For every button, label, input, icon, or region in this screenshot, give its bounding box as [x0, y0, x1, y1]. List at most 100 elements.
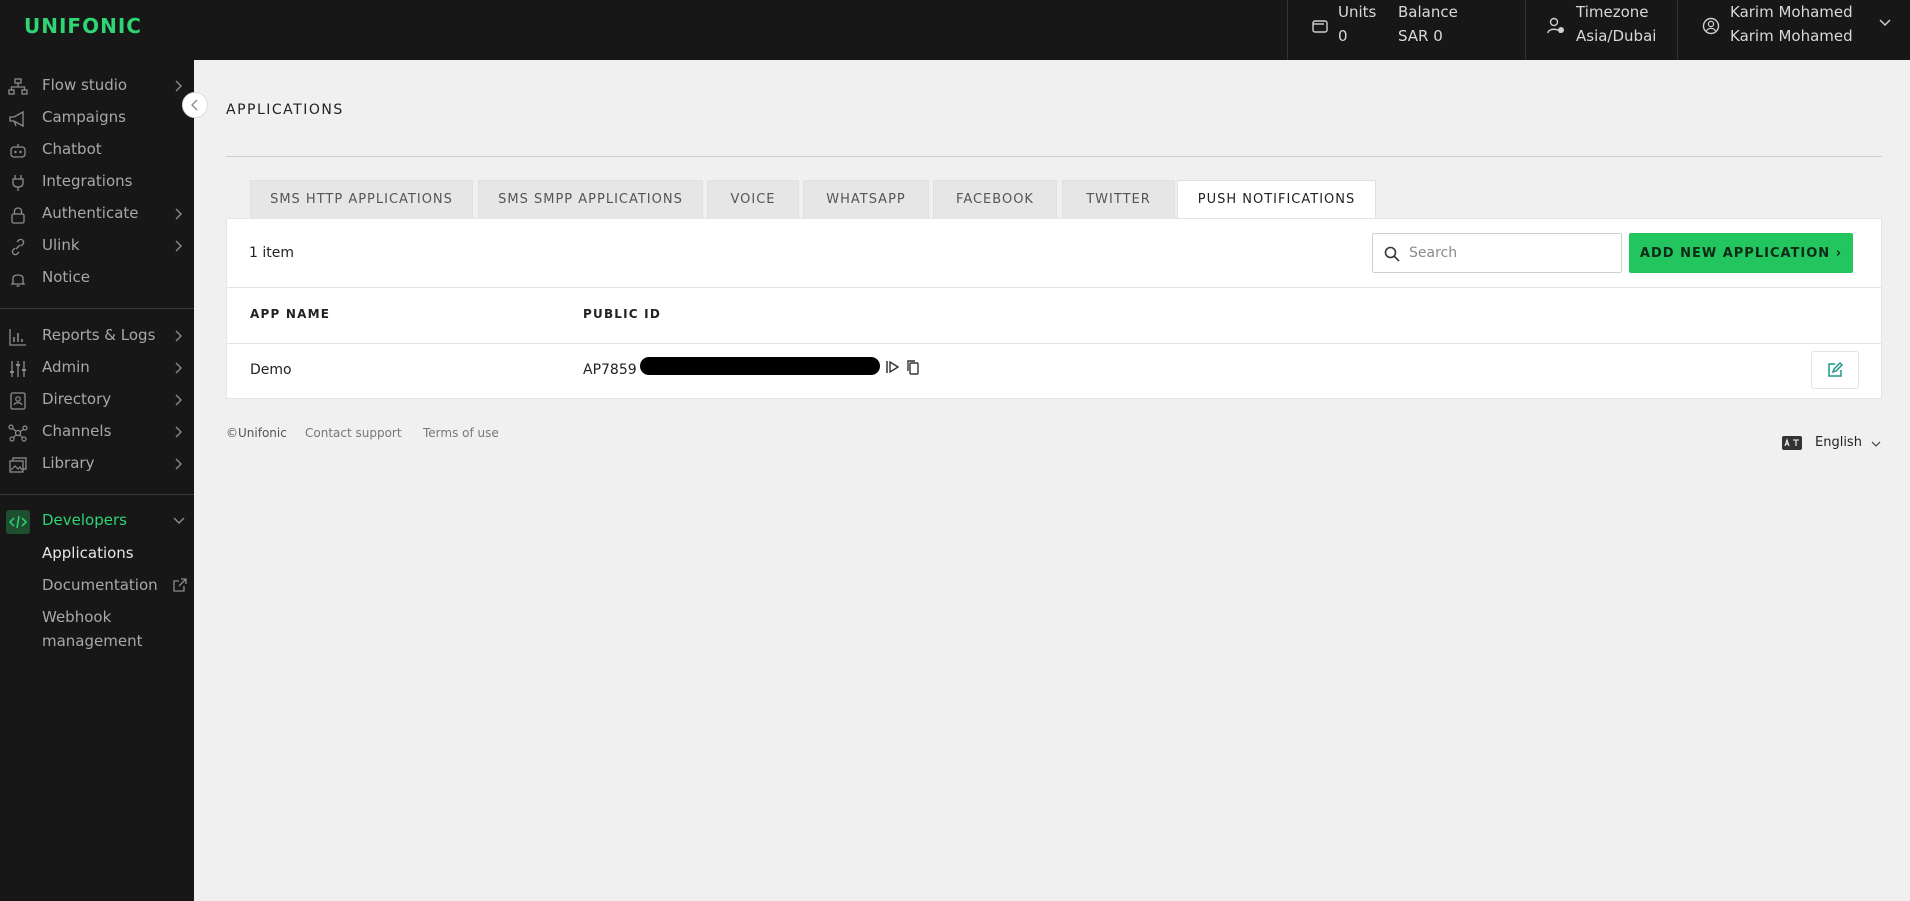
user-clock-icon [1547, 17, 1564, 34]
chevron-left-icon [191, 99, 198, 111]
timezone-panel[interactable]: Timezone Asia/Dubai [1525, 0, 1678, 60]
sidebar-divider [0, 494, 194, 495]
sidebar-item-label: Notice [42, 268, 90, 286]
external-link-icon[interactable] [172, 578, 187, 593]
units-value: 0 [1338, 27, 1348, 45]
search-input[interactable] [1409, 234, 1617, 272]
chevron-right-icon [175, 362, 182, 374]
terms-of-use-link[interactable]: Terms of use [423, 426, 499, 440]
chart-icon [9, 329, 26, 346]
redaction-bar [640, 357, 880, 375]
unifonic-logo[interactable]: UNIFONIC [24, 14, 142, 38]
copy-icon[interactable] [905, 359, 921, 375]
sidebar-item-label: Library [42, 454, 95, 472]
sidebar-item-label: Channels [42, 422, 112, 440]
public-id-cell: AP7859 [583, 362, 637, 378]
code-icon [6, 510, 30, 534]
lock-icon [11, 207, 25, 224]
timezone-label: Timezone [1576, 3, 1649, 21]
timezone-value: Asia/Dubai [1576, 27, 1657, 45]
sidebar-item-developers[interactable]: Developers [0, 506, 194, 536]
balance-label: Balance [1398, 3, 1458, 21]
sidebar-item-label: Integrations [42, 172, 133, 190]
sidebar-item-label: Flow studio [42, 76, 128, 94]
sidebar-subitem-applications[interactable]: Applications [42, 544, 134, 562]
balance-panel[interactable]: Units 0 Balance SAR 0 [1287, 0, 1527, 60]
sidebar-item-authenticate[interactable]: Authenticate [0, 199, 194, 229]
sidebar-item-label: Chatbot [42, 140, 102, 158]
sidebar-item-reports-logs[interactable]: Reports & Logs [0, 321, 194, 351]
user-menu[interactable]: Karim Mohamed Karim Mohamed [1677, 0, 1910, 60]
sliders-icon [10, 361, 26, 377]
reveal-icon[interactable] [884, 359, 900, 375]
sidebar-item-chatbot[interactable]: Chatbot [0, 135, 194, 165]
chevron-right-icon [175, 208, 182, 220]
contact-support-link[interactable]: Contact support [305, 426, 402, 440]
sidebar-item-label: Campaigns [42, 108, 127, 126]
language-label: English [1815, 435, 1862, 450]
top-bar: UNIFONIC Units 0 Balance SAR 0 Timezone … [0, 0, 1910, 60]
tab-push-notifications[interactable]: PUSH NOTIFICATIONS [1177, 180, 1376, 218]
chevron-down-icon [1871, 441, 1881, 447]
sidebar-subitem-webhook[interactable]: Webhook [42, 608, 111, 626]
app-name-cell: Demo [250, 362, 292, 378]
flow-icon [8, 78, 28, 95]
sidebar-item-notice[interactable]: Notice [0, 263, 194, 293]
sidebar-item-label: Admin [42, 358, 90, 376]
page-title: APPLICATIONS [226, 102, 344, 118]
applications-card: 1 item ADD NEW APPLICATION › APP NAME PU… [226, 218, 1882, 399]
link-icon [11, 238, 25, 256]
sidebar-item-channels[interactable]: Channels [0, 417, 194, 447]
tab-twitter[interactable]: TWITTER [1062, 180, 1175, 218]
robot-icon [10, 144, 26, 158]
network-icon [8, 424, 28, 442]
sidebar-item-label: Ulink [42, 236, 80, 254]
sidebar-item-label: Authenticate [42, 204, 139, 222]
column-header-public-id[interactable]: PUBLIC ID [583, 307, 661, 321]
sidebar: Flow studio Campaigns Chatbot Integratio… [0, 60, 194, 901]
card-divider [227, 287, 1881, 288]
sidebar-item-label: Directory [42, 390, 112, 408]
sidebar-item-flow-studio[interactable]: Flow studio [0, 71, 194, 101]
language-icon [1782, 436, 1802, 450]
chevron-down-icon [173, 517, 185, 524]
sidebar-item-ulink[interactable]: Ulink [0, 231, 194, 261]
chevron-right-icon [175, 330, 182, 342]
chevron-right-icon [175, 80, 182, 92]
sidebar-subitem-webhook-management[interactable]: management [42, 632, 142, 650]
tab-facebook[interactable]: FACEBOOK [933, 180, 1057, 218]
tab-sms-http[interactable]: SMS HTTP APPLICATIONS [250, 180, 473, 218]
sidebar-item-label: Reports & Logs [42, 326, 156, 344]
chevron-right-icon [175, 394, 182, 406]
add-new-application-button[interactable]: ADD NEW APPLICATION › [1629, 233, 1853, 273]
chevron-right-icon [175, 458, 182, 470]
item-count: 1 item [249, 245, 294, 261]
sidebar-item-label: Developers [42, 511, 127, 529]
search-icon [1384, 246, 1400, 262]
contact-book-icon [10, 392, 26, 410]
edit-icon [1828, 361, 1844, 377]
sidebar-item-campaigns[interactable]: Campaigns [0, 103, 194, 133]
column-header-app-name[interactable]: APP NAME [250, 307, 330, 321]
tab-whatsapp[interactable]: WHATSAPP [803, 180, 929, 218]
plug-icon [12, 175, 24, 191]
sidebar-collapse-button[interactable] [182, 92, 208, 118]
edit-button[interactable] [1811, 351, 1859, 389]
header-divider [227, 343, 1881, 344]
sidebar-item-admin[interactable]: Admin [0, 353, 194, 383]
chevron-right-icon [175, 240, 182, 252]
sidebar-item-directory[interactable]: Directory [0, 385, 194, 415]
wallet-icon [1312, 20, 1328, 33]
search-box[interactable] [1372, 233, 1622, 273]
bell-icon [10, 274, 26, 287]
sidebar-subitem-documentation[interactable]: Documentation [42, 576, 158, 594]
sidebar-divider [0, 308, 194, 309]
images-icon [9, 457, 27, 473]
tab-voice[interactable]: VOICE [707, 180, 799, 218]
tab-sms-smpp[interactable]: SMS SMPP APPLICATIONS [478, 180, 703, 218]
sidebar-item-library[interactable]: Library [0, 449, 194, 479]
language-selector[interactable]: English [1782, 434, 1882, 454]
chevron-down-icon[interactable] [1878, 18, 1892, 28]
sidebar-item-integrations[interactable]: Integrations [0, 167, 194, 197]
units-label: Units [1338, 3, 1377, 21]
